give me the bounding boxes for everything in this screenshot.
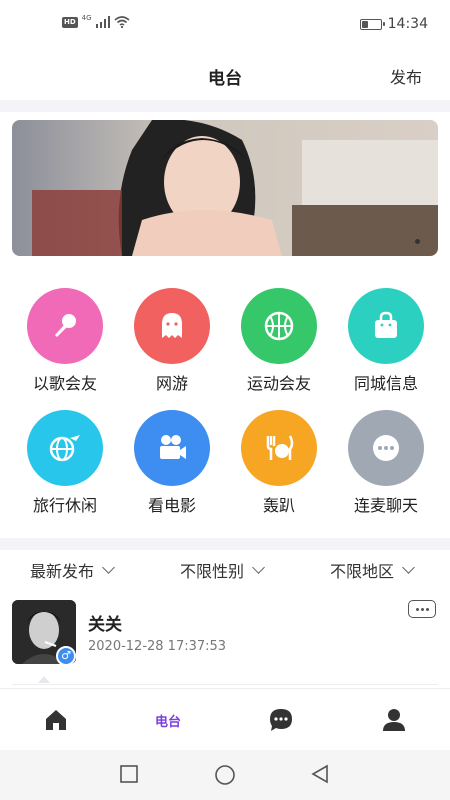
male-gender-icon: ♂	[56, 646, 76, 666]
home-icon	[46, 710, 66, 730]
sort-filter-label: 最新发布	[30, 562, 95, 581]
poster-name: 关关	[88, 615, 122, 635]
chevron-down-icon	[102, 561, 115, 574]
network-type: 4G	[81, 14, 92, 22]
status-bar: HD 4G 14:34	[0, 0, 450, 50]
banner-carousel[interactable]	[12, 120, 438, 256]
banner-image	[12, 120, 438, 256]
gender-filter[interactable]: 不限性别	[180, 558, 265, 582]
movie-camera-icon	[134, 410, 210, 486]
bottom-tab-bar: 电台	[0, 688, 450, 750]
category-label: 运动会友	[246, 374, 311, 393]
post-time: 2020-12-28 17:37:53	[88, 639, 227, 654]
recent-apps-button[interactable]	[119, 764, 139, 784]
tab-profile[interactable]	[338, 689, 450, 751]
publish-button[interactable]: 发布	[390, 64, 422, 88]
category-label: 同城信息	[353, 374, 418, 393]
back-button[interactable]	[310, 764, 330, 784]
category-local-info[interactable]: 同城信息	[331, 288, 441, 398]
comment-pointer	[38, 676, 50, 683]
category-grid: 以歌会友 网游 运动会友 同城信息 旅行休闲 看电影 轰趴 连麦聊天	[0, 270, 450, 538]
region-filter-label: 不限地区	[330, 562, 395, 581]
chat-bubble-icon	[348, 410, 424, 486]
page-title: 电台	[208, 69, 242, 89]
tab-messages[interactable]	[225, 689, 337, 751]
tab-radio-label: 电台	[154, 714, 181, 730]
chevron-down-icon	[252, 561, 265, 574]
system-nav-bar	[0, 750, 450, 800]
category-online-game[interactable]: 网游	[117, 288, 227, 398]
post-item[interactable]: ♂ 关关 2020-12-28 17:37:53	[0, 596, 450, 688]
category-sing[interactable]: 以歌会友	[10, 288, 120, 398]
spacer	[0, 262, 450, 270]
cell-signal-icon	[95, 16, 110, 28]
battery-level	[361, 20, 368, 28]
globe-plane-icon	[27, 410, 103, 486]
more-options-button[interactable]	[408, 600, 436, 618]
party-icon	[241, 410, 317, 486]
category-label: 轰趴	[262, 496, 295, 515]
section-divider	[0, 100, 450, 112]
section-divider	[0, 538, 450, 550]
carousel-indicator	[415, 239, 420, 244]
tab-radio[interactable]: 电台	[112, 689, 224, 751]
hd-badge: HD	[62, 16, 78, 28]
shopping-bag-icon	[348, 288, 424, 364]
tab-home[interactable]	[0, 689, 112, 751]
microphone-icon	[27, 288, 103, 364]
divider	[12, 684, 438, 685]
clock: 14:34	[387, 16, 428, 32]
battery-icon	[359, 18, 385, 30]
region-filter[interactable]: 不限地区	[330, 558, 415, 582]
gender-filter-label: 不限性别	[180, 562, 245, 581]
category-label: 网游	[155, 374, 188, 393]
category-travel[interactable]: 旅行休闲	[10, 410, 120, 520]
chat-icon	[270, 709, 292, 731]
wifi-icon	[114, 16, 130, 28]
chevron-down-icon	[402, 561, 415, 574]
status-right: 14:34	[359, 16, 428, 32]
category-movie[interactable]: 看电影	[117, 410, 227, 520]
category-label: 旅行休闲	[32, 496, 97, 515]
signal-group: HD 4G	[62, 14, 130, 28]
profile-icon	[383, 709, 405, 731]
app-header: 电台 发布	[0, 50, 450, 100]
sort-filter[interactable]: 最新发布	[30, 558, 115, 582]
basketball-icon	[241, 288, 317, 364]
category-voice-chat[interactable]: 连麦聊天	[331, 410, 441, 520]
category-sports[interactable]: 运动会友	[224, 288, 334, 398]
category-label: 以歌会友	[32, 374, 97, 393]
category-party[interactable]: 轰趴	[224, 410, 334, 520]
category-label: 连麦聊天	[353, 496, 418, 515]
ghost-icon	[134, 288, 210, 364]
category-label: 看电影	[147, 496, 196, 515]
filter-bar: 最新发布 不限性别 不限地区	[0, 550, 450, 590]
home-button[interactable]	[214, 764, 236, 786]
